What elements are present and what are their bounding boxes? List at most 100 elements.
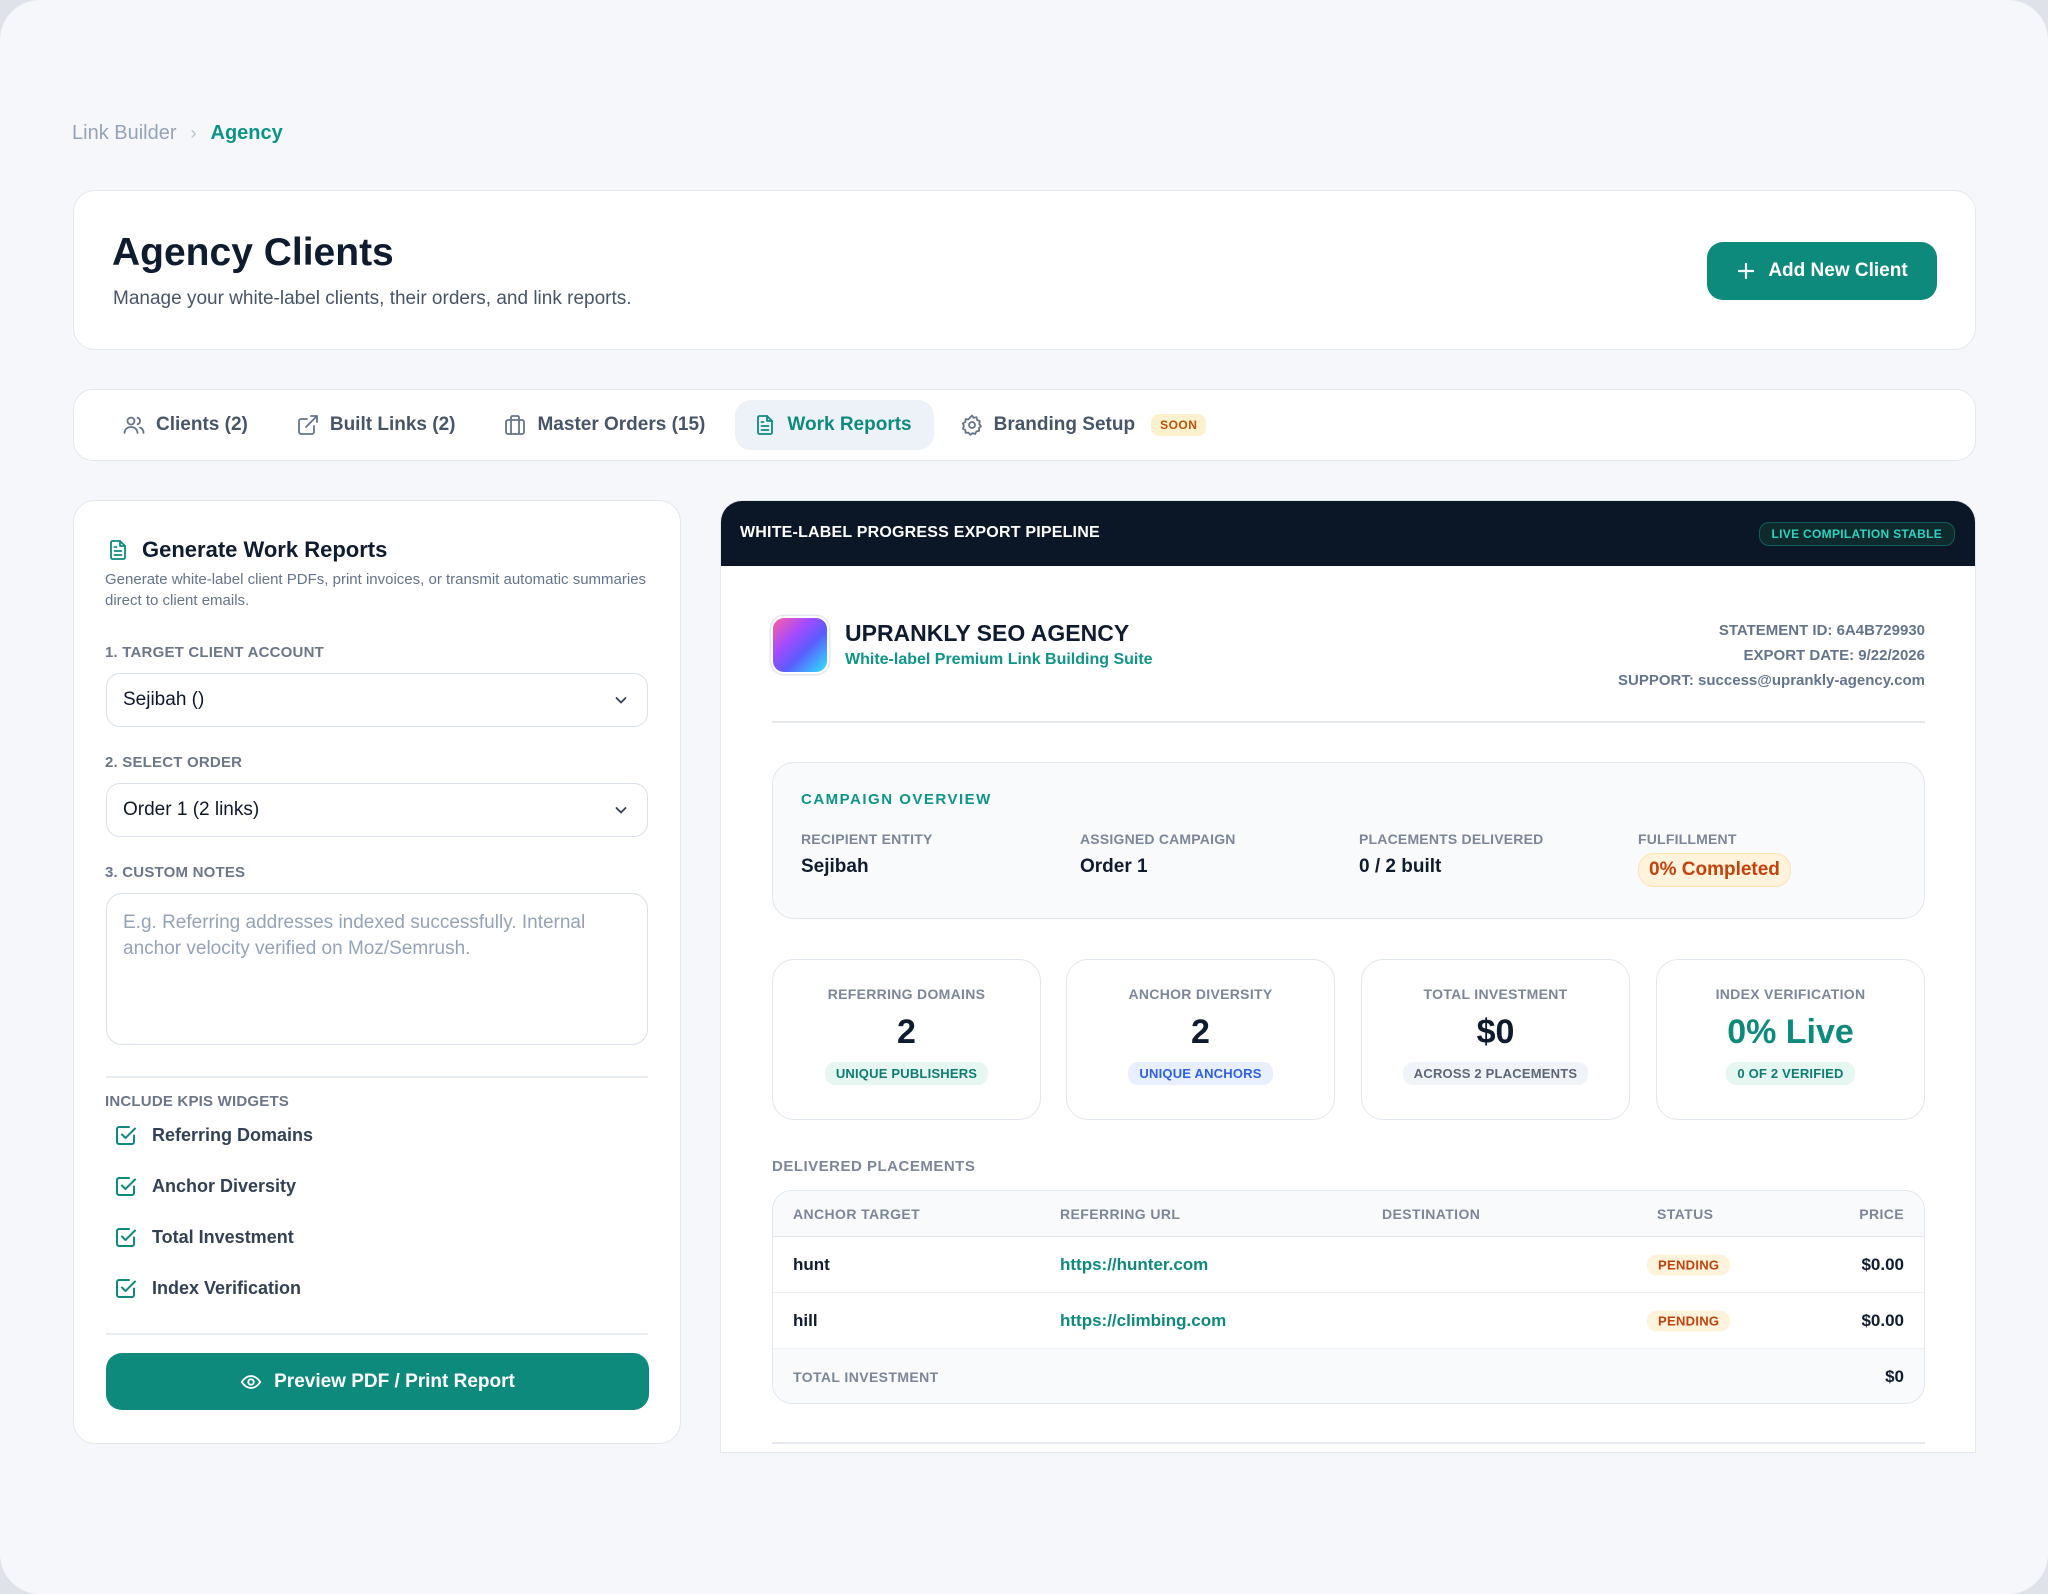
- kpi-value: 2: [897, 1013, 916, 1051]
- fulfillment-badge: 0% Completed: [1638, 853, 1791, 887]
- table-row: hunt https://hunter.com PENDING $0.00: [773, 1237, 1924, 1293]
- column-header: ANCHOR TARGET: [793, 1205, 921, 1222]
- status-cell: PENDING: [1647, 1254, 1731, 1275]
- pipeline-title: WHITE-LABEL PROGRESS EXPORT PIPELINE: [740, 524, 1100, 541]
- tab-built-links[interactable]: Built Links (2): [278, 400, 478, 450]
- live-status-badge: LIVE COMPILATION STABLE: [1758, 522, 1955, 546]
- statement-meta: STATEMENT ID: 6A4B729930 EXPORT DATE: 9/…: [1618, 618, 1925, 693]
- divider: [772, 1442, 1925, 1444]
- table-header-row: ANCHOR TARGET REFERRING URL DESTINATION …: [773, 1191, 1924, 1237]
- agency-logo: [773, 618, 827, 672]
- add-new-client-button[interactable]: Add New Client: [1707, 242, 1937, 300]
- breadcrumb-link-builder[interactable]: Link Builder: [72, 122, 177, 145]
- overview-label: RECIPIENT ENTITY: [801, 831, 933, 847]
- agency-name: UPRANKLY SEO AGENCY: [845, 620, 1130, 646]
- total-value: $0: [1885, 1367, 1904, 1386]
- overview-label: FULFILLMENT: [1638, 831, 1737, 847]
- placements-title: DELIVERED PLACEMENTS: [772, 1158, 976, 1175]
- breadcrumb: Link Builder › Agency: [72, 122, 283, 145]
- page-subtitle: Manage your white-label clients, their o…: [113, 288, 632, 309]
- client-select[interactable]: Sejibah (): [106, 673, 648, 727]
- pipeline-bar: WHITE-LABEL PROGRESS EXPORT PIPELINE LIV…: [721, 501, 1975, 566]
- kpi-checkbox-referring-domains[interactable]: Referring Domains: [114, 1123, 313, 1147]
- overview-campaign: ASSIGNED CAMPAIGN Order 1: [1080, 831, 1236, 878]
- tab-built-links-label: Built Links (2): [329, 414, 456, 435]
- order-select[interactable]: Order 1 (2 links): [106, 783, 648, 837]
- panel-title-text: Generate Work Reports: [142, 537, 388, 562]
- support-email: SUPPORT: success@uprankly-agency.com: [1618, 672, 1925, 689]
- preview-pdf-button[interactable]: Preview PDF / Print Report: [106, 1353, 649, 1410]
- tab-branding-setup[interactable]: Branding Setup SOON: [942, 400, 1229, 450]
- client-select-value: Sejibah (): [123, 689, 205, 710]
- kpi-checkbox-label: Index Verification: [152, 1277, 302, 1298]
- checkbox-checked-icon: [116, 1126, 136, 1145]
- checkbox-checked-icon: [116, 1279, 136, 1298]
- table-row: hill https://climbing.com PENDING $0.00: [773, 1293, 1924, 1349]
- column-header: PRICE: [1859, 1205, 1904, 1222]
- tab-master-orders-label: Master Orders (15): [537, 414, 706, 435]
- overview-recipient: RECIPIENT ENTITY Sejibah: [801, 831, 933, 878]
- anchor-cell: hill: [793, 1310, 818, 1330]
- kpi-card-index-verification: INDEX VERIFICATION 0% Live 0 OF 2 VERIFI…: [1656, 959, 1925, 1120]
- status-cell: PENDING: [1647, 1310, 1731, 1331]
- app-frame: Link Builder › Agency Agency Clients Man…: [0, 0, 2048, 1594]
- kpis-label: INCLUDE KPIS WIDGETS: [105, 1093, 290, 1110]
- kpi-checkbox-total-investment[interactable]: Total Investment: [114, 1225, 294, 1249]
- tab-clients-label: Clients (2): [156, 414, 248, 435]
- kpi-sub-badge: 0 OF 2 VERIFIED: [1726, 1062, 1855, 1085]
- kpi-sub-badge: UNIQUE ANCHORS: [1128, 1062, 1273, 1085]
- preview-pdf-label: Preview PDF / Print Report: [274, 1370, 515, 1392]
- kpi-card-total-investment: TOTAL INVESTMENT $0 ACROSS 2 PLACEMENTS: [1361, 959, 1630, 1120]
- kpi-checkbox-label: Referring Domains: [152, 1124, 314, 1145]
- tab-master-orders[interactable]: Master Orders (15): [485, 400, 727, 450]
- campaign-overview: CAMPAIGN OVERVIEW RECIPIENT ENTITY Sejib…: [772, 762, 1925, 919]
- kpi-checkbox-anchor-diversity[interactable]: Anchor Diversity: [114, 1174, 296, 1198]
- kpi-value: 0% Live: [1727, 1013, 1854, 1051]
- kpi-card-anchor-diversity: ANCHOR DIVERSITY 2 UNIQUE ANCHORS: [1066, 959, 1335, 1120]
- anchor-cell: hunt: [793, 1254, 830, 1274]
- report-preview: WHITE-LABEL PROGRESS EXPORT PIPELINE LIV…: [720, 500, 1976, 1453]
- kpi-sub-badge: UNIQUE PUBLISHERS: [824, 1062, 989, 1085]
- panel-description: Generate white-label client PDFs, print …: [105, 571, 647, 609]
- column-header: REFERRING URL: [1060, 1205, 1181, 1222]
- tab-work-reports[interactable]: Work Reports: [735, 400, 934, 450]
- overview-value: Sejibah: [801, 856, 869, 877]
- overview-label: ASSIGNED CAMPAIGN: [1080, 831, 1236, 847]
- kpi-label: ANCHOR DIVERSITY: [1128, 986, 1273, 1002]
- overview-value: 0 / 2 built: [1359, 856, 1442, 877]
- kpi-label: TOTAL INVESTMENT: [1423, 986, 1568, 1002]
- checkbox-checked-icon: [116, 1228, 136, 1247]
- notes-label: 3. CUSTOM NOTES: [105, 864, 246, 881]
- order-label: 2. SELECT ORDER: [105, 754, 243, 771]
- overview-fulfillment: FULFILLMENT 0% Completed: [1638, 831, 1791, 887]
- soon-badge: SOON: [1151, 414, 1207, 436]
- overview-title: CAMPAIGN OVERVIEW: [801, 791, 992, 808]
- checkbox-checked-icon: [116, 1177, 136, 1196]
- tab-clients[interactable]: Clients (2): [104, 400, 270, 450]
- tab-work-reports-label: Work Reports: [787, 414, 912, 435]
- divider: [772, 721, 1925, 723]
- referring-url-link[interactable]: https://hunter.com: [1060, 1255, 1208, 1275]
- kpi-sub-badge: ACROSS 2 PLACEMENTS: [1402, 1062, 1589, 1085]
- plus-icon: [1738, 262, 1755, 280]
- divider: [106, 1333, 648, 1335]
- page-header: Agency Clients Manage your white-label c…: [73, 190, 1976, 350]
- price-cell: $0.00: [1861, 1254, 1904, 1274]
- custom-notes-textarea[interactable]: E.g. Referring addresses indexed success…: [106, 893, 648, 1045]
- order-select-value: Order 1 (2 links): [123, 799, 260, 820]
- add-new-client-label: Add New Client: [1768, 260, 1908, 281]
- kpi-checkbox-index-verification[interactable]: Index Verification: [114, 1276, 301, 1300]
- chevron-right-icon: ›: [190, 123, 197, 143]
- chevron-down-icon: [615, 807, 627, 814]
- placements-table: ANCHOR TARGET REFERRING URL DESTINATION …: [772, 1190, 1925, 1404]
- agency-tagline: White-label Premium Link Building Suite: [845, 651, 1153, 668]
- users-icon: [123, 416, 145, 434]
- price-cell: $0.00: [1861, 1310, 1904, 1330]
- document-icon: [110, 540, 126, 560]
- overview-value: Order 1: [1080, 856, 1148, 877]
- statement-id: STATEMENT ID: 6A4B729930: [1718, 622, 1925, 639]
- divider: [106, 1076, 648, 1078]
- referring-url-link[interactable]: https://climbing.com: [1060, 1311, 1226, 1331]
- generate-reports-panel: Generate Work Reports Generate white-lab…: [73, 500, 681, 1444]
- table-footer-row: TOTAL INVESTMENT $0: [773, 1349, 1924, 1403]
